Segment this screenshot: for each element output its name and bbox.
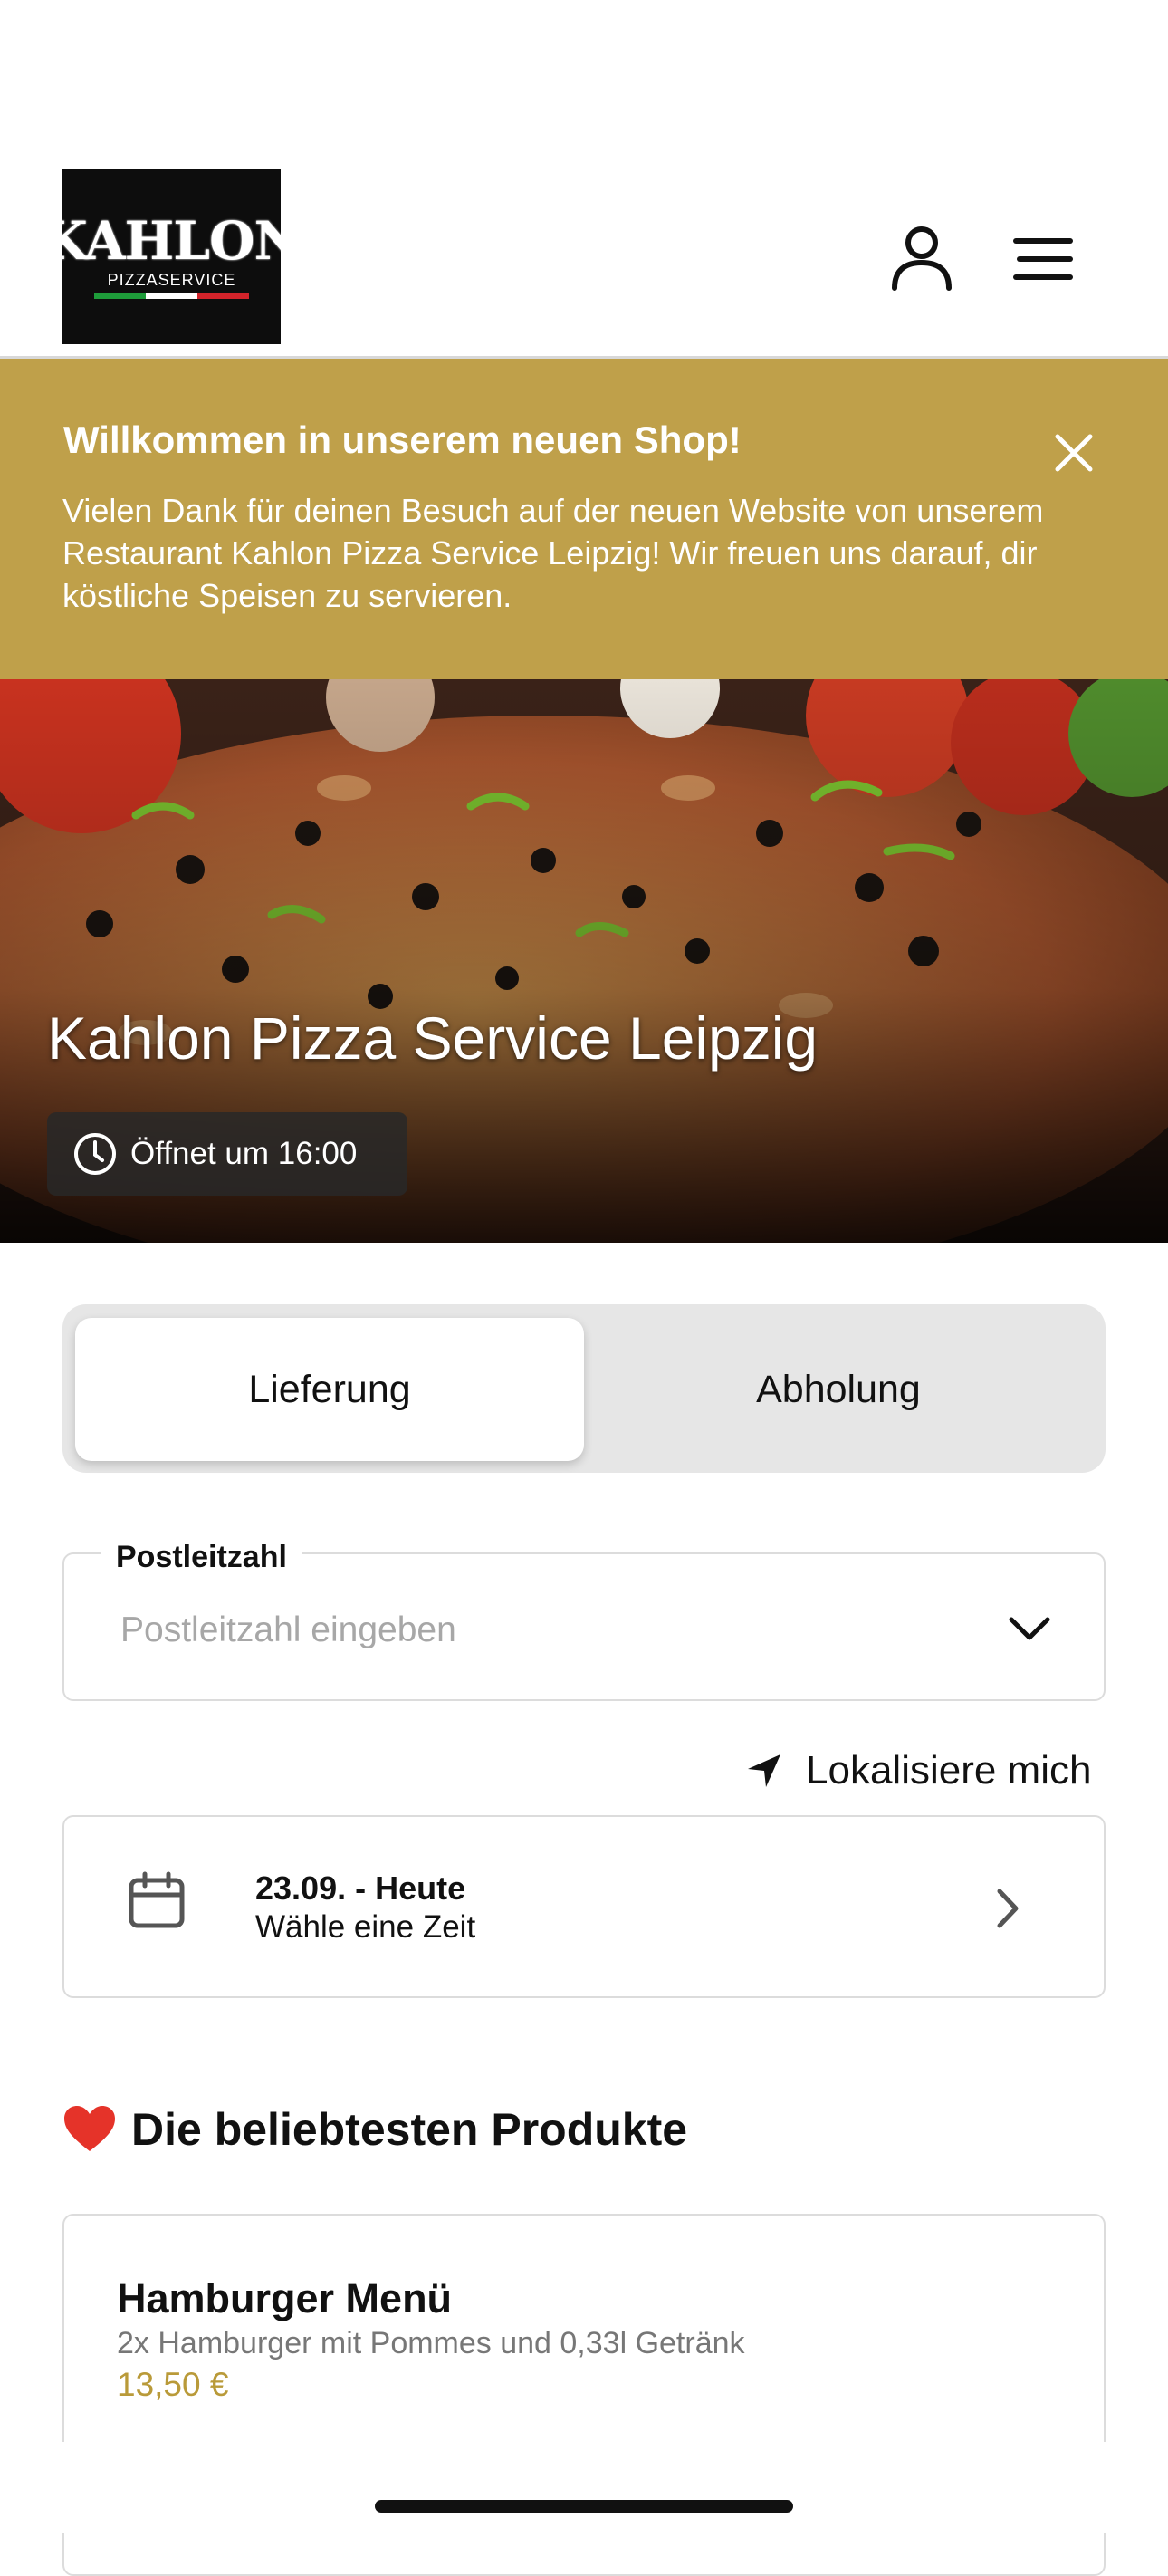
calendar-icon (127, 1871, 187, 1931)
logo-brand: KAHLON (42, 210, 302, 272)
popular-products-heading: Die beliebtesten Produkte (62, 2103, 687, 2156)
postcode-label: Postleitzahl (101, 1540, 302, 1575)
tab-lieferung[interactable]: Lieferung (75, 1318, 584, 1461)
postcode-placeholder[interactable]: Postleitzahl eingeben (120, 1610, 456, 1650)
close-icon[interactable] (1050, 429, 1097, 476)
home-indicator[interactable] (375, 2500, 793, 2513)
user-icon[interactable] (887, 223, 956, 292)
date-title: 23.09. - Heute (255, 1870, 466, 1907)
opening-hours-badge: Öffnet um 16:00 (47, 1112, 407, 1196)
popular-products-title: Die beliebtesten Produkte (131, 2104, 688, 2155)
restaurant-name: Kahlon Pizza Service Leipzig (47, 1004, 819, 1072)
bottom-safe-area (0, 2442, 1168, 2533)
date-time-picker[interactable] (62, 1815, 1106, 1998)
locate-me-label: Lokalisiere mich (806, 1748, 1092, 1793)
chevron-right-icon[interactable] (992, 1886, 1023, 1931)
date-subtitle: Wähle eine Zeit (255, 1909, 476, 1945)
location-arrow-icon (748, 1754, 780, 1787)
product-name: Hamburger Menü (117, 2275, 453, 2321)
chevron-down-icon[interactable] (1007, 1612, 1052, 1645)
hamburger-menu-icon[interactable] (1010, 232, 1079, 286)
product-description: 2x Hamburger mit Pommes und 0,33l Geträn… (117, 2326, 745, 2360)
banner-title: Willkommen in unserem neuen Shop! (63, 418, 742, 461)
tab-abholung[interactable]: Abholung (584, 1318, 1093, 1461)
locate-me-link[interactable]: Lokalisiere mich (744, 1744, 1091, 1798)
italian-flag-stripe (93, 293, 250, 299)
logo[interactable]: KAHLON PIZZASERVICE (42, 169, 302, 344)
banner-text: Vielen Dank für deinen Besuch auf der ne… (62, 492, 1044, 614)
product-price: 13,50 € (117, 2366, 229, 2403)
logo-subtitle: PIZZASERVICE (107, 271, 236, 289)
heart-icon (64, 2106, 115, 2151)
clock-icon (74, 1133, 116, 1175)
opening-hours-text: Öffnet um 16:00 (130, 1136, 358, 1171)
